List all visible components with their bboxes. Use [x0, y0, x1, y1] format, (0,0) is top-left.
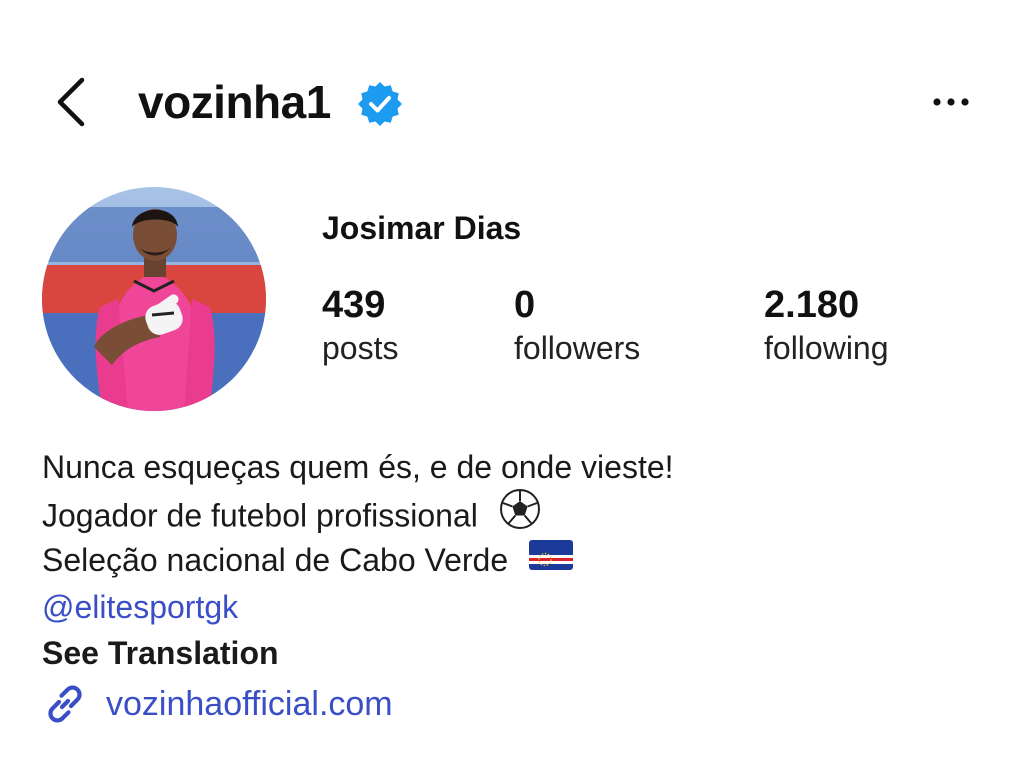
- posts-count: 439: [322, 284, 386, 326]
- posts-label: posts: [322, 330, 399, 366]
- cape-verde-flag-icon: [529, 536, 574, 583]
- website-url: vozinhaofficial.com: [106, 685, 393, 723]
- website-link[interactable]: vozinhaofficial.com: [42, 680, 393, 728]
- stat-posts[interactable]: 439 posts: [322, 282, 398, 368]
- verified-badge-icon: [358, 82, 402, 126]
- bio-line: Seleção nacional de Cabo Verde: [42, 537, 1002, 584]
- chevron-left-icon: [57, 77, 85, 127]
- bio: Nunca esqueças quem és, e de onde vieste…: [42, 444, 1002, 677]
- display-name: Josimar Dias: [322, 210, 522, 246]
- link-icon: [48, 685, 82, 723]
- following-count: 2.180: [764, 284, 860, 326]
- followers-label: followers: [514, 330, 641, 366]
- soccer-ball-icon: [499, 488, 541, 543]
- profile-photo: [42, 187, 266, 411]
- profile-header: vozinha1: [0, 60, 1024, 150]
- bio-line: Jogador de futebol profissional: [42, 488, 1002, 538]
- followers-count: 0: [514, 284, 536, 326]
- stat-following[interactable]: 2.180 following: [764, 282, 889, 368]
- following-label: following: [764, 330, 889, 366]
- back-button[interactable]: [46, 72, 98, 132]
- more-options-button[interactable]: [924, 78, 980, 126]
- see-translation-button[interactable]: See Translation: [42, 630, 1002, 677]
- username-title: vozinha1: [138, 76, 331, 128]
- more-horizontal-icon: [933, 98, 969, 106]
- bio-text: Nunca esqueças quem és, e de onde vieste…: [42, 449, 674, 485]
- mention-link[interactable]: @elitesportgk: [42, 584, 1002, 631]
- bio-text: Seleção nacional de Cabo Verde: [42, 542, 509, 578]
- profile-avatar[interactable]: [42, 187, 266, 411]
- bio-line: Nunca esqueças quem és, e de onde vieste…: [42, 444, 1002, 491]
- bio-text: Jogador de futebol profissional: [42, 497, 478, 534]
- stat-followers[interactable]: 0 followers: [514, 282, 640, 368]
